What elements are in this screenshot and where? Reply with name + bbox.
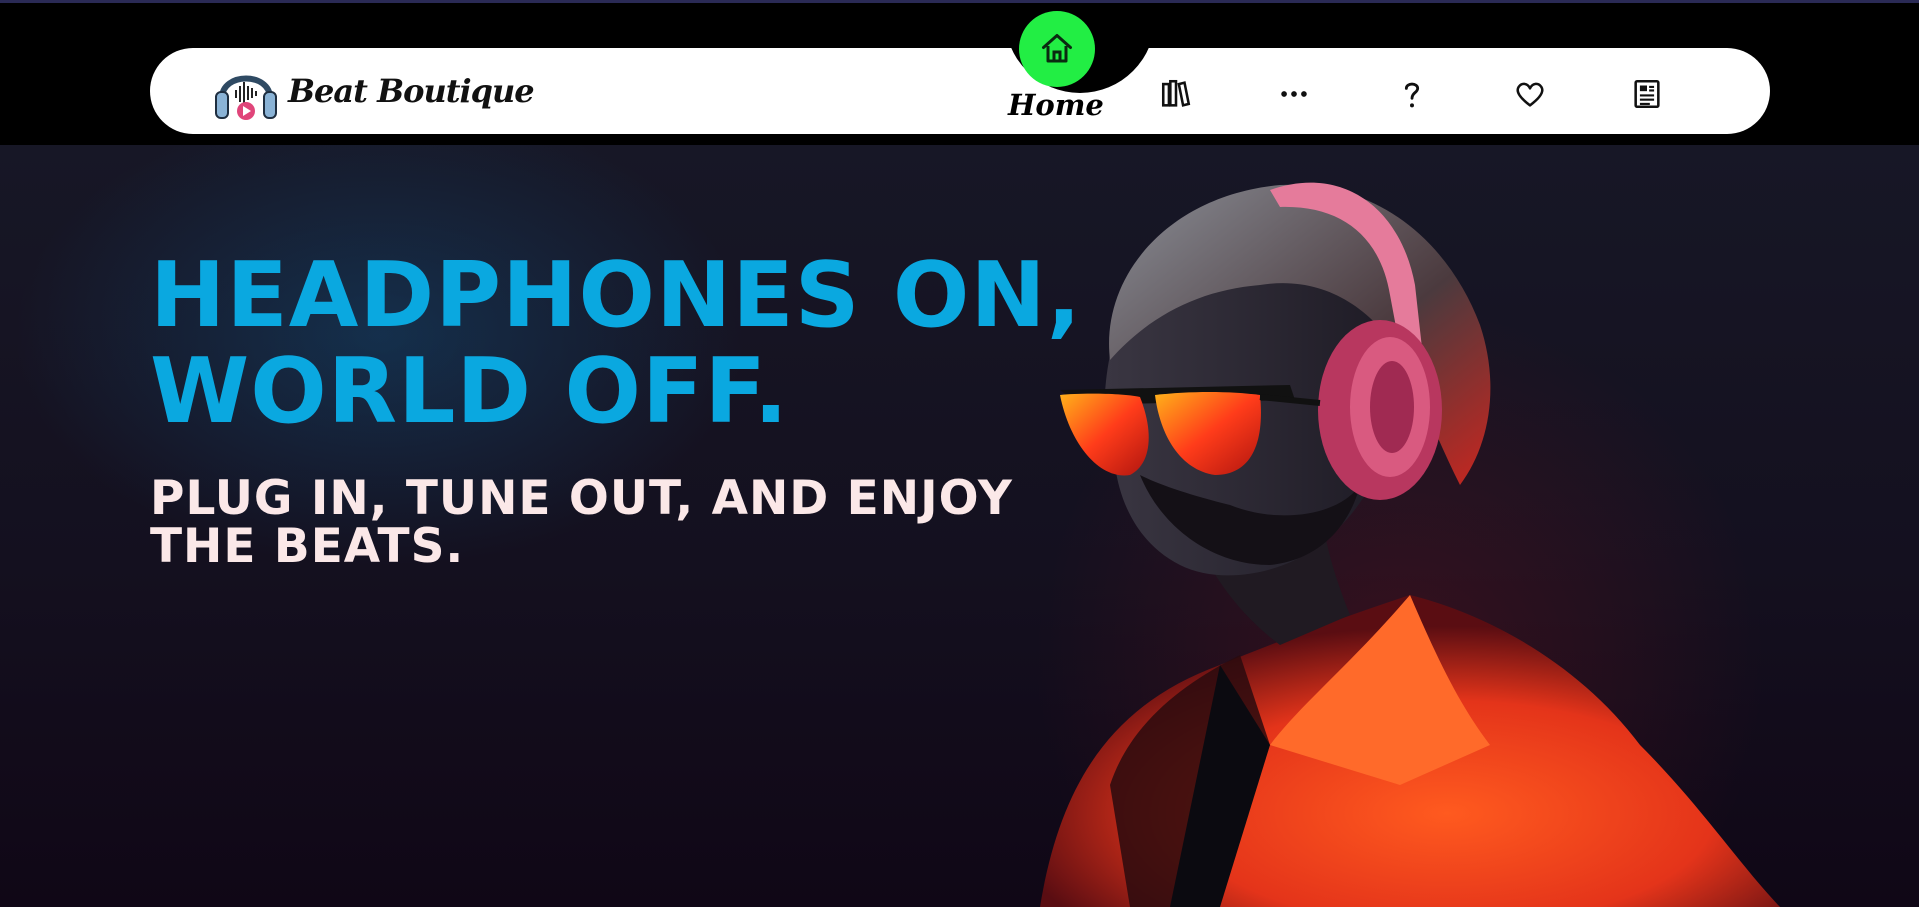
help-question-icon	[1404, 82, 1420, 108]
home-icon	[1042, 34, 1072, 63]
brand-logo[interactable]: Beat Boutique	[212, 56, 535, 126]
header: Beat Boutique Home	[0, 3, 1919, 145]
more-dots-icon	[1281, 91, 1307, 97]
headphones-logo-icon	[215, 75, 277, 120]
news-icon	[1634, 79, 1660, 109]
brand-name: Beat Boutique	[288, 72, 535, 110]
heart-icon	[1516, 82, 1544, 107]
hero-image	[1040, 182, 1780, 907]
hero-section: HEADPHONES ON, WORLD OFF. PLUG IN, TUNE …	[0, 145, 1919, 907]
hero-subline: PLUG IN, TUNE OUT, AND ENJOY THE BEATS.	[150, 471, 1013, 574]
nav-home-button[interactable]	[1019, 11, 1095, 87]
library-icon	[1161, 79, 1191, 107]
nav-help-button[interactable]	[1392, 74, 1432, 114]
nav-more-button[interactable]	[1274, 74, 1314, 114]
nav-favorites-button[interactable]	[1510, 74, 1550, 114]
nav-library-button[interactable]	[1156, 74, 1196, 114]
navbar: Beat Boutique Home	[150, 3, 1770, 134]
hero-headline: HEADPHONES ON, WORLD OFF.	[150, 243, 1082, 444]
nav-home-label[interactable]: Home	[1008, 88, 1104, 122]
nav-news-button[interactable]	[1627, 74, 1667, 114]
